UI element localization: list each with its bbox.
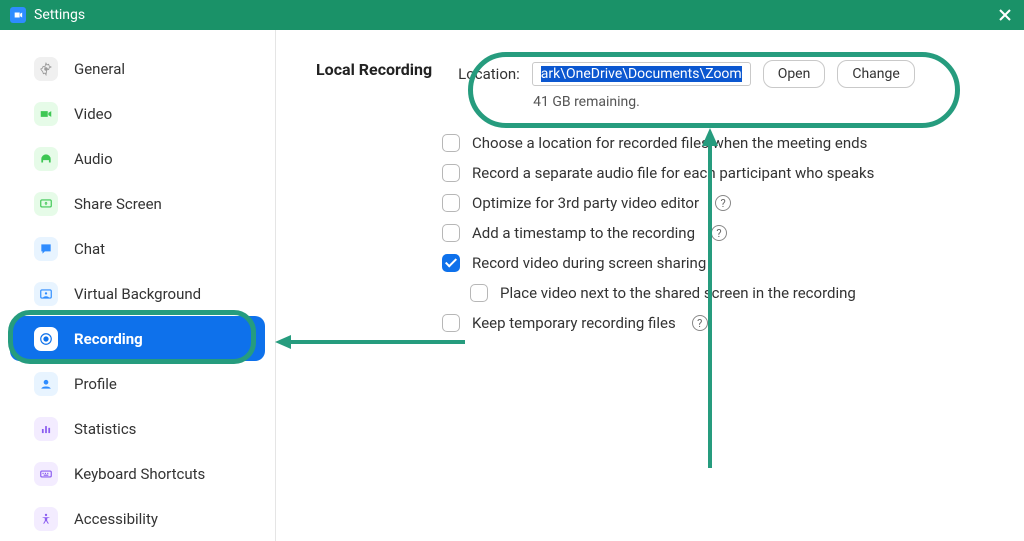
open-location-button[interactable]: Open <box>763 60 826 88</box>
statistics-icon <box>34 417 58 441</box>
help-icon[interactable]: ? <box>711 225 727 241</box>
sidebar-item-label: Audio <box>74 150 113 168</box>
checkbox[interactable] <box>442 314 460 332</box>
record-icon <box>34 327 58 351</box>
sidebar-item-general[interactable]: General <box>10 46 265 91</box>
checkbox[interactable] <box>442 254 460 272</box>
section-title-local-recording: Local Recording <box>316 60 432 79</box>
recording-options: Choose a location for recorded files whe… <box>442 134 984 332</box>
sidebar-item-label: Keyboard Shortcuts <box>74 465 205 483</box>
opt-record-video-during-screen-share[interactable]: Record video during screen sharing <box>442 254 984 272</box>
opt-label: Place video next to the shared screen in… <box>500 284 856 302</box>
sidebar-item-label: General <box>74 60 125 78</box>
titlebar: Settings <box>0 0 1024 30</box>
opt-label: Choose a location for recorded files whe… <box>472 134 867 152</box>
settings-main-pane: Local Recording Location: ark\OneDrive\D… <box>276 30 1024 541</box>
sidebar-item-label: Profile <box>74 375 117 393</box>
opt-choose-location-after-meeting[interactable]: Choose a location for recorded files whe… <box>442 134 984 152</box>
opt-label: Optimize for 3rd party video editor <box>472 194 699 212</box>
sidebar-item-recording[interactable]: Recording <box>10 316 265 361</box>
window-title: Settings <box>34 7 85 23</box>
opt-keep-temp-recording-files[interactable]: Keep temporary recording files ? <box>442 314 984 332</box>
opt-label: Record video during screen sharing <box>472 254 706 272</box>
recording-location-path[interactable]: ark\OneDrive\Documents\Zoom <box>532 62 751 86</box>
opt-separate-audio-per-participant[interactable]: Record a separate audio file for each pa… <box>442 164 984 182</box>
checkbox[interactable] <box>470 284 488 302</box>
opt-optimize-3rd-party-editor[interactable]: Optimize for 3rd party video editor ? <box>442 194 984 212</box>
opt-label: Add a timestamp to the recording <box>472 224 695 242</box>
opt-add-timestamp[interactable]: Add a timestamp to the recording ? <box>442 224 984 242</box>
sidebar-item-audio[interactable]: Audio <box>10 136 265 181</box>
sidebar-item-label: Chat <box>74 240 105 258</box>
help-icon[interactable]: ? <box>715 195 731 211</box>
sidebar-item-label: Statistics <box>74 420 136 438</box>
sidebar-item-label: Accessibility <box>74 510 158 528</box>
sidebar-item-video[interactable]: Video <box>10 91 265 136</box>
checkbox[interactable] <box>442 194 460 212</box>
checkbox[interactable] <box>442 134 460 152</box>
sidebar-item-label: Recording <box>74 330 143 348</box>
sidebar-item-profile[interactable]: Profile <box>10 361 265 406</box>
sidebar-item-label: Share Screen <box>74 195 162 213</box>
checkbox[interactable] <box>442 164 460 182</box>
video-icon <box>34 102 58 126</box>
share-screen-icon <box>34 192 58 216</box>
settings-sidebar: General Video Audio Share Screen Chat Vi… <box>0 30 276 541</box>
change-location-button[interactable]: Change <box>837 60 914 88</box>
help-icon[interactable]: ? <box>692 315 708 331</box>
accessibility-icon <box>34 507 58 531</box>
sidebar-item-virtual-background[interactable]: Virtual Background <box>10 271 265 316</box>
opt-label: Keep temporary recording files <box>472 314 676 332</box>
checkbox[interactable] <box>442 224 460 242</box>
headphones-icon <box>34 147 58 171</box>
sidebar-item-keyboard-shortcuts[interactable]: Keyboard Shortcuts <box>10 451 265 496</box>
app-icon <box>10 7 26 23</box>
opt-place-video-next-to-shared[interactable]: Place video next to the shared screen in… <box>470 284 984 302</box>
sidebar-item-accessibility[interactable]: Accessibility <box>10 496 265 541</box>
sidebar-item-label: Video <box>74 105 112 123</box>
profile-icon <box>34 372 58 396</box>
sidebar-item-label: Virtual Background <box>74 285 201 303</box>
window-close-button[interactable] <box>994 4 1016 26</box>
gear-icon <box>34 57 58 81</box>
sidebar-item-statistics[interactable]: Statistics <box>10 406 265 451</box>
opt-label: Record a separate audio file for each pa… <box>472 164 874 182</box>
keyboard-icon <box>34 462 58 486</box>
sidebar-item-chat[interactable]: Chat <box>10 226 265 271</box>
recording-location-row: Location: ark\OneDrive\Documents\Zoom Op… <box>458 60 984 88</box>
virtual-background-icon <box>34 282 58 306</box>
location-label: Location: <box>458 65 520 83</box>
sidebar-item-share-screen[interactable]: Share Screen <box>10 181 265 226</box>
disk-remaining-text: 41 GB remaining. <box>533 94 984 110</box>
chat-icon <box>34 237 58 261</box>
